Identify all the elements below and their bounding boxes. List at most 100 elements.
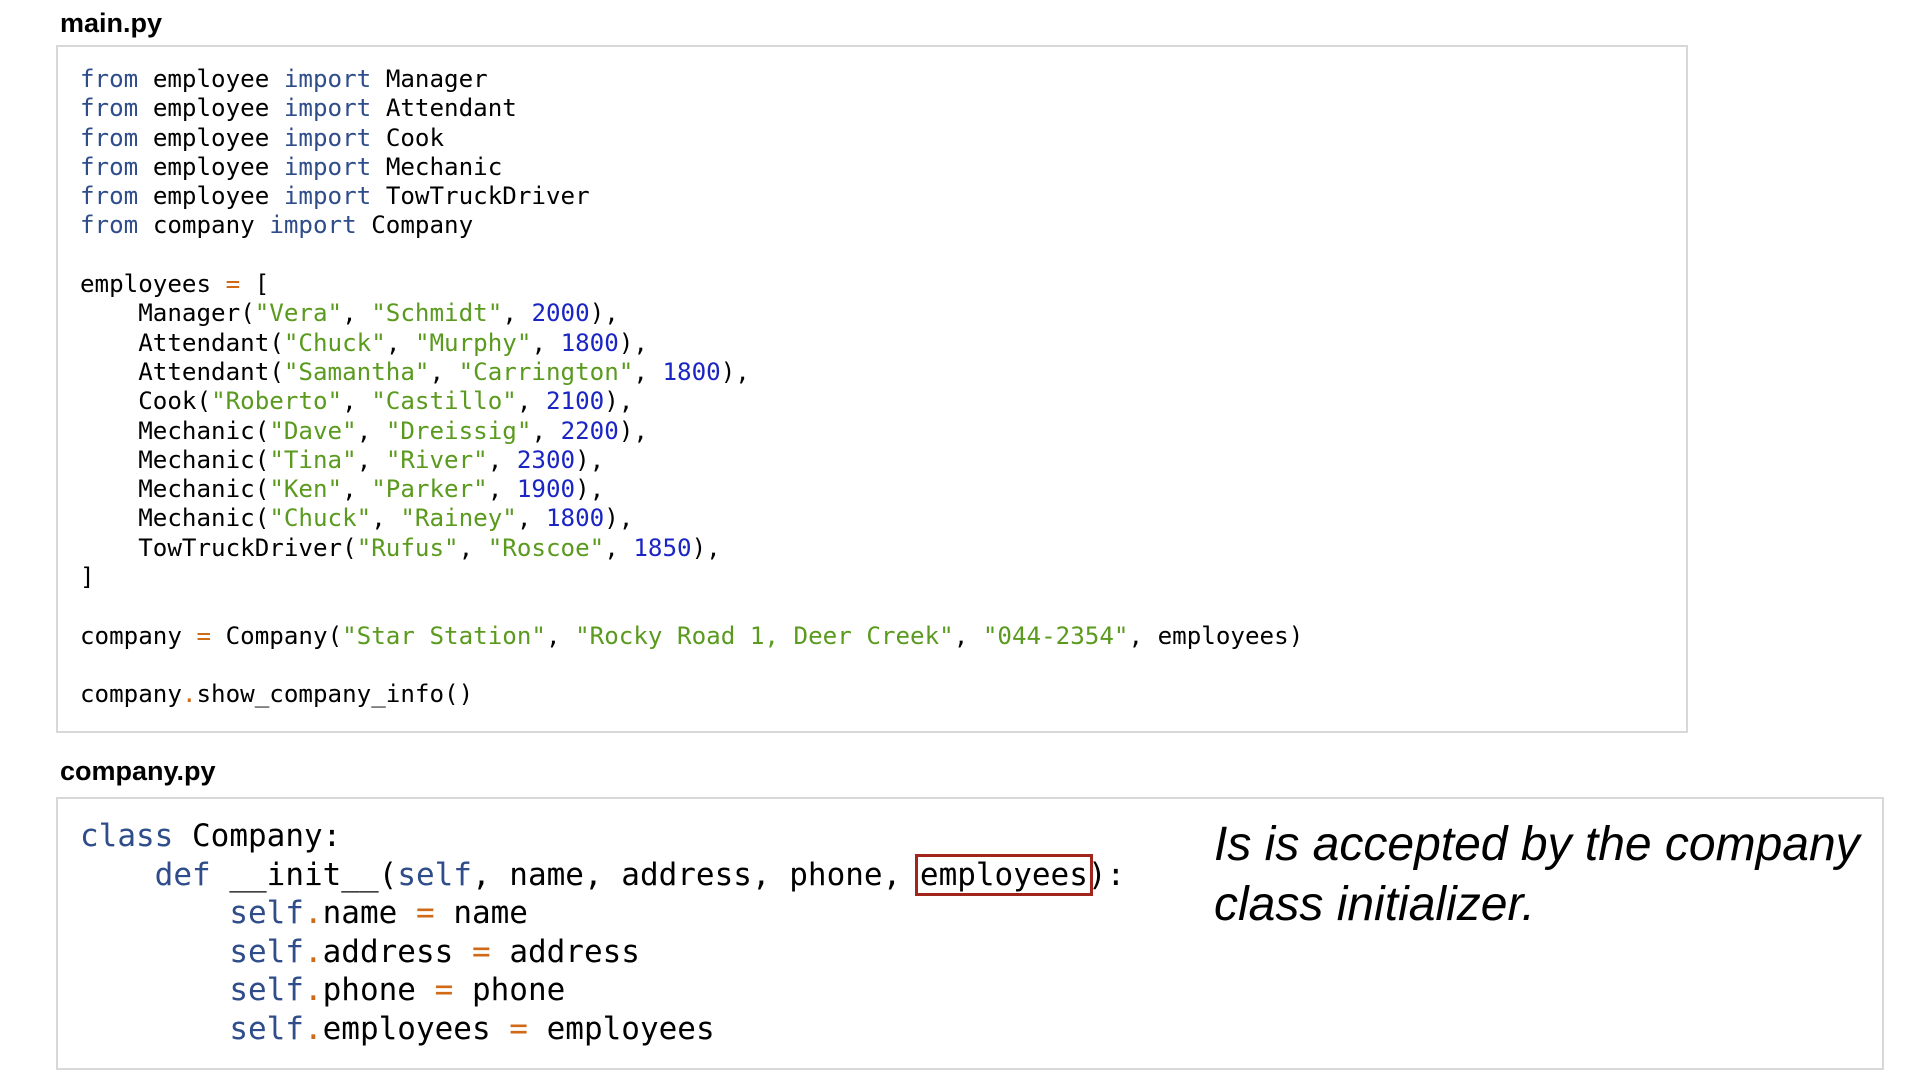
module-name: employee xyxy=(152,152,270,181)
last-name-arg: "Roscoe" xyxy=(487,533,605,562)
dot-operator: . xyxy=(303,972,323,1008)
last-name-arg: "River" xyxy=(385,445,488,474)
dot-operator: . xyxy=(303,895,323,931)
main-code-block: from employee import Manager from employ… xyxy=(56,45,1688,733)
company-file-label: company.py xyxy=(60,756,216,786)
highlighted-employees-param: employees xyxy=(914,853,1093,896)
self-assignment: self.phone = phone xyxy=(80,972,565,1008)
keyword-from: from xyxy=(80,182,139,211)
employee-line: Mechanic("Chuck", "Rainey", 1800), xyxy=(138,504,634,533)
employee-line: Cook("Roberto", "Castillo", 2100), xyxy=(138,387,634,416)
first-name-arg: "Chuck" xyxy=(269,504,372,533)
dot-operator: . xyxy=(303,1010,323,1047)
assign-operator: = xyxy=(225,270,241,299)
company-phone-arg: "044-2354" xyxy=(982,621,1129,650)
keyword-import: import xyxy=(283,65,372,93)
annotation-text: Is is accepted by the company class init… xyxy=(1214,818,1860,931)
last-name-arg: "Schmidt" xyxy=(371,299,503,328)
params-close: ): xyxy=(1087,856,1126,893)
variable-name: company xyxy=(80,621,182,650)
module-name: employee xyxy=(152,94,270,123)
module-name: company xyxy=(152,211,255,240)
employee-class: Cook xyxy=(138,387,197,416)
self-keyword: self xyxy=(229,933,304,970)
salary-arg: 1800 xyxy=(546,504,605,533)
employee-class: Mechanic xyxy=(138,416,255,445)
assigned-value: name xyxy=(453,895,528,931)
dot-operator: . xyxy=(303,933,323,970)
assign-operator: = xyxy=(434,972,454,1008)
assign-operator: = xyxy=(196,621,212,650)
self-keyword: self xyxy=(229,895,304,931)
self-assignment: self.name = name xyxy=(80,895,528,931)
salary-arg: 2200 xyxy=(560,416,619,445)
assigned-value: address xyxy=(509,933,640,970)
import-line: from employee import Attendant xyxy=(80,94,517,122)
list-open: [ xyxy=(254,270,270,299)
employee-line: Mechanic("Dave", "Dreissig", 2200), xyxy=(138,416,648,445)
salary-arg: 1800 xyxy=(662,357,721,386)
company-employees-arg: employees xyxy=(1157,621,1289,650)
first-name-arg: "Rufus" xyxy=(356,533,459,562)
employee-line: Manager("Vera", "Schmidt", 2000), xyxy=(138,299,619,328)
salary-arg: 2300 xyxy=(516,445,576,474)
employee-line: Mechanic("Ken", "Parker", 1900), xyxy=(138,475,605,504)
attribute-name: name xyxy=(322,895,398,931)
employee-class: TowTruckDriver xyxy=(138,533,343,562)
first-name-arg: "Samantha" xyxy=(283,357,430,386)
company-name-arg: "Star Station" xyxy=(342,621,546,650)
employee-line: Attendant("Chuck", "Murphy", 1800), xyxy=(138,328,648,357)
keyword-import: import xyxy=(283,182,372,211)
keyword-from: from xyxy=(80,152,139,181)
list-close: ] xyxy=(80,563,95,592)
last-name-arg: "Castillo" xyxy=(371,387,517,416)
company-code: class Company: def __init__(self, name, … xyxy=(80,817,1125,1048)
last-name-arg: "Murphy" xyxy=(414,328,532,357)
assign-operator: = xyxy=(471,933,491,970)
salary-arg: 2000 xyxy=(531,299,590,328)
method-call-line: company.show_company_info() xyxy=(80,680,473,708)
first-name-arg: "Tina" xyxy=(269,445,357,474)
main-code: from employee import Manager from employ… xyxy=(80,65,1303,710)
imported-class: Manager xyxy=(385,65,488,93)
company-address-arg: "Rocky Road 1, Deer Creek" xyxy=(575,621,954,650)
company-assignment: company = Company("Star Station", "Rocky… xyxy=(80,621,1304,650)
self-param: self xyxy=(397,856,472,893)
imported-class: Company xyxy=(371,211,474,240)
import-line: from employee import TowTruckDriver xyxy=(80,182,590,210)
employee-class: Attendant xyxy=(138,357,270,386)
first-name-arg: "Ken" xyxy=(269,475,343,504)
keyword-import: import xyxy=(283,94,372,123)
imported-class: TowTruckDriver xyxy=(385,182,590,211)
imported-class: Mechanic xyxy=(385,152,503,181)
first-name-arg: "Roberto" xyxy=(211,387,343,416)
last-name-arg: "Parker" xyxy=(371,475,488,504)
import-line: from employee import Cook xyxy=(80,124,444,152)
import-line: from employee import Manager xyxy=(80,65,488,93)
first-name-arg: "Vera" xyxy=(254,299,343,328)
init-name: __init__( xyxy=(229,856,398,893)
last-name-arg: "Carrington" xyxy=(458,357,634,386)
params: , name, address, phone, xyxy=(471,856,920,893)
self-keyword: self xyxy=(229,1010,304,1047)
employee-list: Manager("Vera", "Schmidt", 2000), Attend… xyxy=(80,299,750,561)
dot-operator: . xyxy=(181,680,197,709)
variable-name: employees xyxy=(80,270,212,299)
keyword-import: import xyxy=(283,123,372,152)
variable-name: company xyxy=(80,680,182,709)
attribute-name: phone xyxy=(322,972,416,1008)
assigned-value: employees xyxy=(546,1010,715,1047)
self-assignment: self.address = address xyxy=(80,934,640,970)
self-keyword: self xyxy=(229,972,304,1008)
attribute-name: employees xyxy=(322,1010,491,1047)
salary-arg: 1800 xyxy=(560,328,619,357)
import-line: from company import Company xyxy=(80,211,473,239)
imported-class: Attendant xyxy=(385,94,517,123)
assign-operator: = xyxy=(415,895,435,931)
keyword-from: from xyxy=(80,211,139,240)
keyword-def: def xyxy=(154,856,211,893)
init-signature: def __init__(self, name, address, phone,… xyxy=(154,853,1126,896)
keyword-from: from xyxy=(80,123,139,152)
salary-arg: 1900 xyxy=(516,475,576,504)
assignment-list: self.name = name self.address = address … xyxy=(80,895,715,1047)
